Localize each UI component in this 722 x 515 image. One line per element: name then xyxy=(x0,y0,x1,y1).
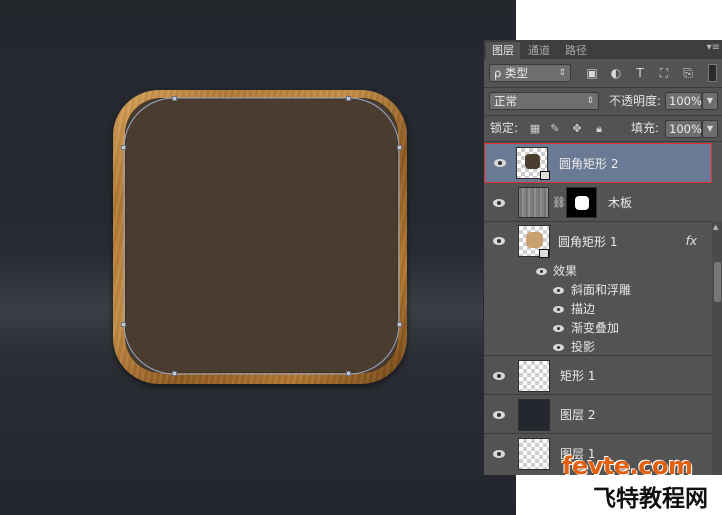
chevron-updown-icon: ⇕ xyxy=(558,68,566,78)
shape-path-outline xyxy=(123,97,400,375)
visibility-eye-icon[interactable] xyxy=(492,198,506,208)
path-anchor[interactable] xyxy=(172,96,177,101)
mask-shape xyxy=(575,196,589,210)
effect-item[interactable]: 渐变叠加 xyxy=(571,320,619,336)
layer-mask-thumbnail[interactable] xyxy=(566,187,597,218)
fill-dropdown-button[interactable]: ▼ xyxy=(702,120,718,138)
opacity-input[interactable]: 100% xyxy=(665,92,702,110)
visibility-eye-icon[interactable] xyxy=(492,449,506,459)
layer-row-rect-1[interactable]: 矩形 1 xyxy=(484,357,712,395)
layer-row-rounded-rect-2[interactable]: 圆角矩形 2 xyxy=(484,143,712,183)
visibility-eye-icon[interactable] xyxy=(492,371,506,381)
panel-menu-icon[interactable]: ▾≡ xyxy=(707,42,720,53)
visibility-eye-icon[interactable] xyxy=(553,305,565,314)
lock-paint-icon[interactable]: ✎ xyxy=(548,122,562,136)
effect-item[interactable]: 描边 xyxy=(571,301,595,317)
filter-toggle-switch[interactable] xyxy=(708,64,717,82)
opacity-dropdown-button[interactable]: ▼ xyxy=(702,92,718,110)
path-anchor[interactable] xyxy=(397,322,402,327)
layers-panel: 图层 通道 路径 ▾≡ ρ 类型 ⇕ ▣ ◐ T ⛶ ⎘ 正常 ⇕ 不透明度: … xyxy=(483,40,722,475)
layer-thumbnail xyxy=(518,399,550,431)
chevron-updown-icon: ⇕ xyxy=(586,96,594,106)
image-icon[interactable]: ▣ xyxy=(584,65,600,81)
tab-paths[interactable]: 路径 xyxy=(559,42,593,59)
layer-name[interactable]: 圆角矩形 2 xyxy=(559,156,618,172)
smart-object-icon[interactable]: ⎘ xyxy=(680,65,696,81)
site-watermark: fevte.com 飞特教程网 xyxy=(555,452,722,515)
path-anchor[interactable] xyxy=(172,371,177,376)
path-anchor[interactable] xyxy=(346,371,351,376)
lock-label: 锁定: xyxy=(490,121,519,135)
layer-filter-select[interactable]: ρ 类型 ⇕ xyxy=(489,64,571,82)
layer-name[interactable]: 木板 xyxy=(608,195,632,211)
type-icon[interactable]: T xyxy=(632,65,648,81)
effect-item[interactable]: 斜面和浮雕 xyxy=(571,282,631,298)
divider xyxy=(484,115,722,116)
watermark-site-name: 飞特教程网 xyxy=(593,486,708,512)
divider xyxy=(484,141,722,142)
lock-all-icon[interactable]: 🔒︎ xyxy=(592,122,606,136)
layer-name[interactable]: 圆角矩形 1 xyxy=(558,234,617,250)
lock-pixels-icon[interactable]: ▦ xyxy=(528,122,542,136)
layer-thumbnail xyxy=(518,187,549,218)
blend-mode-value: 正常 xyxy=(494,94,517,108)
filter-kind-label: ρ 类型 xyxy=(494,66,528,80)
opacity-label: 不透明度: xyxy=(609,94,662,108)
shape-layer-badge-icon xyxy=(539,249,549,258)
shape-preview xyxy=(525,154,540,169)
path-anchor[interactable] xyxy=(397,145,402,150)
tab-layers[interactable]: 图层 xyxy=(486,42,520,59)
layer-thumbnail xyxy=(518,360,550,392)
scrollbar-thumb[interactable] xyxy=(714,262,721,302)
path-anchor[interactable] xyxy=(121,145,126,150)
path-anchor[interactable] xyxy=(121,322,126,327)
watermark-domain: fevte.com xyxy=(562,452,693,480)
layer-thumbnail xyxy=(518,438,550,470)
fx-icon[interactable]: fx xyxy=(686,234,697,248)
adjustment-icon[interactable]: ◐ xyxy=(608,65,624,81)
visibility-eye-icon[interactable] xyxy=(493,158,507,168)
divider xyxy=(484,87,722,88)
visibility-eye-icon[interactable] xyxy=(553,286,565,295)
lock-position-icon[interactable]: ✥ xyxy=(570,122,584,136)
layers-scrollbar[interactable]: ▲ xyxy=(712,222,722,475)
visibility-eye-icon[interactable] xyxy=(536,267,548,276)
document-canvas[interactable] xyxy=(0,0,516,515)
layer-name[interactable]: 图层 2 xyxy=(560,407,595,423)
fill-input[interactable]: 100% xyxy=(665,120,702,138)
path-anchor[interactable] xyxy=(346,96,351,101)
effects-group-label[interactable]: 效果 xyxy=(553,263,577,279)
layer-row-wood[interactable]: ⛓ 木板 xyxy=(484,184,712,222)
scroll-up-icon[interactable]: ▲ xyxy=(713,223,718,231)
layer-name[interactable]: 矩形 1 xyxy=(560,368,595,384)
shape-layer-badge-icon xyxy=(540,171,550,180)
fill-label: 填充: xyxy=(631,121,660,135)
layer-row-layer-2[interactable]: 图层 2 xyxy=(484,396,712,434)
blend-mode-select[interactable]: 正常 ⇕ xyxy=(489,92,599,110)
visibility-eye-icon[interactable] xyxy=(492,410,506,420)
visibility-eye-icon[interactable] xyxy=(492,236,506,246)
panel-tab-bar: 图层 通道 路径 ▾≡ xyxy=(484,40,722,59)
shape-preview xyxy=(526,232,543,248)
layer-row-rounded-rect-1[interactable]: 圆角矩形 1 fx 效果 斜面和浮雕 描边 渐变叠加 投影 xyxy=(484,222,712,356)
link-chain-icon[interactable]: ⛓ xyxy=(552,196,566,209)
visibility-eye-icon[interactable] xyxy=(553,324,565,333)
effect-item[interactable]: 投影 xyxy=(571,339,595,355)
transform-icon[interactable]: ⛶ xyxy=(656,65,672,81)
visibility-eye-icon[interactable] xyxy=(553,343,565,352)
tab-channels[interactable]: 通道 xyxy=(522,42,556,59)
